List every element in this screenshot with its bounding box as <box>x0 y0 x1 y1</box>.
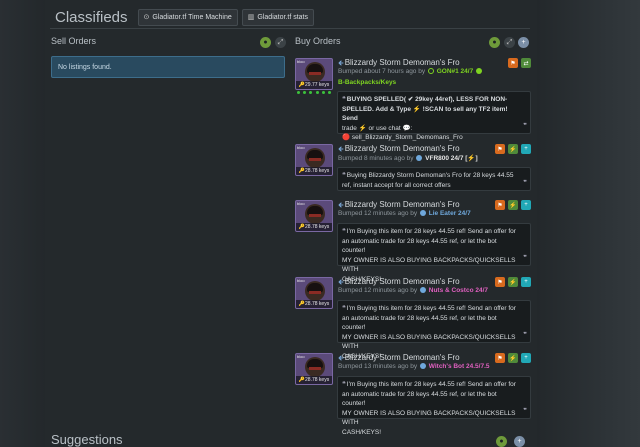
listing-description: ❝BUYING SPELLED( ✔ 29key 44ref), LESS FO… <box>337 91 531 141</box>
sell-orders-empty: No listings found. <box>51 56 285 78</box>
list-item: bloo 🔑 29.77 keys 🡸Blizzardy Storm Demoma… <box>295 58 531 141</box>
list-item: bloo 🔑 28.78 keys 🡸Blizzardy Storm Demoma… <box>295 353 531 436</box>
bump-info: Bumped 13 minutes ago by Witch's Bot 24.… <box>338 363 490 370</box>
listing-actions: ⚑ ⚡ + <box>492 144 531 154</box>
suggestions-title: Suggestions <box>51 432 123 447</box>
user-link[interactable]: Nuts & Costco 24/7 <box>429 287 488 294</box>
stats-label: Gladiator.tf stats <box>257 13 308 21</box>
background-left <box>0 0 45 447</box>
time-machine-label: Gladiator.tf Time Machine <box>152 13 232 21</box>
add-icon[interactable]: + <box>514 436 525 447</box>
item-image[interactable]: bloo 🔑 28.78 keys <box>295 277 333 309</box>
flag-icon[interactable]: ⚑ <box>495 200 505 210</box>
spell-indicators <box>295 91 333 95</box>
listing-description: ❝I'm Buying this item for 28 keys 44.55 … <box>337 223 531 283</box>
price-badge: 🔑 28.78 keys <box>296 223 332 231</box>
listing-actions: ⚑ ⚡ + <box>492 277 531 287</box>
add-icon[interactable]: + <box>518 37 529 48</box>
empty-message: No listings found. <box>58 63 112 71</box>
flag-icon[interactable]: ⚑ <box>495 277 505 287</box>
stats-button[interactable]: ▥ Gladiator.tf stats <box>241 8 314 26</box>
lightning-icon[interactable]: ⚡ <box>508 200 518 210</box>
user-link[interactable]: Lie Eater 24/7 <box>429 210 471 217</box>
arrow-left-icon: 🡸 <box>338 355 344 362</box>
tag: B-Backpacks/Keys <box>338 79 397 86</box>
page-header: Classifieds ⊙ Gladiator.tf Time Machine … <box>55 6 314 28</box>
item-image[interactable]: bloo 🔑 28.78 keys <box>295 200 333 232</box>
bump-info: Bumped 12 minutes ago by Nuts & Costco 2… <box>338 287 489 294</box>
add-friend-icon[interactable]: + <box>521 144 531 154</box>
add-friend-icon[interactable]: + <box>521 200 531 210</box>
status-dot <box>419 363 426 369</box>
status-dot <box>419 287 426 293</box>
bump-info: Bumped 8 minutes ago by VFR800 24/7 [⚡] <box>338 155 478 162</box>
add-friend-icon[interactable]: + <box>521 277 531 287</box>
expand-icon[interactable]: ⤢ <box>275 37 286 48</box>
sell-orders-title: Sell Orders <box>51 36 97 46</box>
lightning-icon[interactable]: ⚡ <box>508 277 518 287</box>
eye-icon[interactable]: ● <box>496 436 507 447</box>
list-item: bloo 🔑 28.78 keys 🡸Blizzardy Storm Demoma… <box>295 144 531 194</box>
item-image[interactable]: bloo 🔑 28.78 keys <box>295 144 333 176</box>
arrow-left-icon: 🡸 <box>338 202 344 209</box>
lightning-icon[interactable]: ⚡ <box>508 144 518 154</box>
flag-icon[interactable]: ⚑ <box>495 144 505 154</box>
page-title: Classifieds <box>55 8 128 26</box>
online-icon <box>476 68 483 74</box>
arrow-left-icon: 🡸 <box>338 60 344 67</box>
listing-description: ❝Buying Blizzardy Storm Demoman's Fro fo… <box>337 167 531 191</box>
price-badge: 🔑 28.78 keys <box>296 167 332 175</box>
item-image[interactable]: bloo 🔑 28.78 keys <box>295 353 333 385</box>
bump-info: Bumped 12 minutes ago by Lie Eater 24/7 <box>338 210 471 217</box>
arrow-left-icon: 🡸 <box>338 146 344 153</box>
listing-actions: ⚑ ⚡ + <box>492 353 531 363</box>
price-badge: 🔑 29.77 keys <box>296 81 332 89</box>
listing-description: ❝I'm Buying this item for 28 keys 44.55 … <box>337 300 531 360</box>
expand-icon[interactable]: ⤢ <box>504 37 515 48</box>
background-right <box>537 0 640 447</box>
price-badge: 🔑 28.78 keys <box>296 300 332 308</box>
list-item: bloo 🔑 28.78 keys 🡸Blizzardy Storm Demoma… <box>295 277 531 360</box>
flag-icon[interactable]: ⚑ <box>508 58 518 68</box>
listing-description: ❝I'm Buying this item for 28 keys 44.55 … <box>337 376 531 436</box>
eye-icon[interactable]: ● <box>260 37 271 48</box>
lightning-icon[interactable]: ⚡ <box>508 353 518 363</box>
listing-actions: ⚑ ⇄ <box>505 58 531 68</box>
add-friend-icon[interactable]: + <box>521 353 531 363</box>
flag-icon[interactable]: ⚑ <box>495 353 505 363</box>
list-item: bloo 🔑 28.78 keys 🡸Blizzardy Storm Demoma… <box>295 200 531 283</box>
eye-icon[interactable]: ● <box>489 37 500 48</box>
arrow-left-icon: 🡸 <box>338 279 344 286</box>
buy-orders-title: Buy Orders <box>295 36 341 46</box>
time-machine-button[interactable]: ⊙ Gladiator.tf Time Machine <box>137 8 238 26</box>
item-image[interactable]: bloo 🔑 29.77 keys <box>295 58 333 90</box>
status-dot <box>416 155 423 161</box>
bar-chart-icon: ▥ <box>247 14 255 21</box>
user-link[interactable]: VFR800 24/7 [⚡] <box>425 155 478 162</box>
status-dot <box>419 210 426 216</box>
exchange-icon[interactable]: ⇄ <box>521 58 531 68</box>
price-badge: 🔑 28.78 keys <box>296 376 332 384</box>
user-link[interactable]: GON#1 24/7 <box>437 68 474 75</box>
user-link[interactable]: Witch's Bot 24.5/7.5 <box>429 363 490 370</box>
bump-info: Bumped about 7 hours ago by GON#1 24/7 <box>338 68 483 75</box>
header-divider <box>50 28 530 29</box>
status-dot <box>427 68 434 74</box>
listing-actions: ⚑ ⚡ + <box>492 200 531 210</box>
clock-icon: ⊙ <box>143 14 150 21</box>
